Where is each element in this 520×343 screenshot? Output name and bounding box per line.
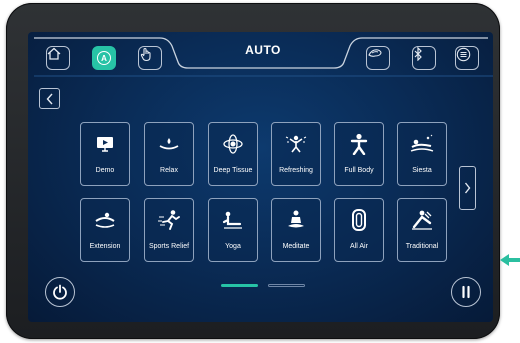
yoga-icon <box>222 211 242 229</box>
program-label: Deep Tissue <box>213 167 253 174</box>
program-tile-refreshing[interactable]: Refreshing <box>271 122 321 186</box>
auto-mode-icon: A <box>97 51 111 65</box>
page-title: AUTO <box>245 43 281 57</box>
deep-tissue-icon <box>223 134 243 154</box>
program-label: Relax <box>160 167 178 174</box>
callout-arrow-icon <box>500 254 520 266</box>
full-body-icon <box>350 133 368 155</box>
manual-hand-icon <box>140 47 151 62</box>
bluetooth-icon <box>414 47 422 61</box>
program-tile-sports-relief[interactable]: Sports Relief <box>144 198 194 262</box>
program-label: Sports Relief <box>148 243 190 250</box>
program-tile-full-body[interactable]: Full Body <box>334 122 384 186</box>
program-label: Traditional <box>405 243 439 250</box>
pause-icon <box>462 285 470 299</box>
back-button[interactable] <box>39 88 60 109</box>
program-label: All Air <box>350 243 368 250</box>
program-label: Meditate <box>282 243 310 250</box>
chevron-left-icon <box>46 93 53 104</box>
relax-icon <box>159 138 179 150</box>
program-label: Refreshing <box>279 167 313 174</box>
home-button[interactable] <box>46 46 70 70</box>
pause-button[interactable] <box>451 277 481 307</box>
foot-massage-icon <box>368 49 382 57</box>
all-air-icon <box>352 209 366 231</box>
next-page-button[interactable] <box>459 166 476 210</box>
power-icon <box>53 284 67 300</box>
program-label: Siesta <box>412 167 432 174</box>
program-tile-siesta[interactable]: Siesta <box>397 122 447 186</box>
menu-button[interactable] <box>455 46 479 70</box>
bluetooth-button[interactable] <box>412 46 436 70</box>
page-indicator-1[interactable] <box>221 284 258 287</box>
program-label: Extension <box>89 243 121 250</box>
page-indicator-2[interactable] <box>268 284 305 287</box>
demo-icon <box>97 137 113 152</box>
program-tile-demo[interactable]: Demo <box>80 122 130 186</box>
power-button[interactable] <box>45 277 75 307</box>
auto-mode-button[interactable]: A <box>92 46 116 70</box>
program-label: Demo <box>95 167 115 174</box>
program-tile-meditate[interactable]: Meditate <box>271 198 321 262</box>
program-tile-yoga[interactable]: Yoga <box>208 198 258 262</box>
screen: A AUTO Demo Relax Deep Tissue Refreshing <box>28 32 493 322</box>
program-tile-all-air[interactable]: All Air <box>334 198 384 262</box>
program-label: Full Body <box>344 167 374 174</box>
manual-button[interactable] <box>138 46 162 70</box>
home-icon <box>47 47 61 60</box>
program-tile-relax[interactable]: Relax <box>144 122 194 186</box>
extension-icon <box>95 212 115 228</box>
program-tile-traditional[interactable]: Traditional <box>397 198 447 262</box>
siesta-icon <box>410 134 434 152</box>
program-tile-extension[interactable]: Extension <box>80 198 130 262</box>
top-bar: A AUTO <box>28 32 493 78</box>
sports-relief-icon <box>158 210 180 230</box>
foot-massage-button[interactable] <box>366 46 390 70</box>
chevron-right-icon <box>464 182 471 194</box>
meditate-icon <box>288 210 304 228</box>
refreshing-icon <box>285 135 307 153</box>
program-label: Yoga <box>225 243 241 250</box>
menu-list-icon <box>456 47 471 62</box>
traditional-icon <box>412 210 432 230</box>
program-tile-deep-tissue[interactable]: Deep Tissue <box>208 122 258 186</box>
